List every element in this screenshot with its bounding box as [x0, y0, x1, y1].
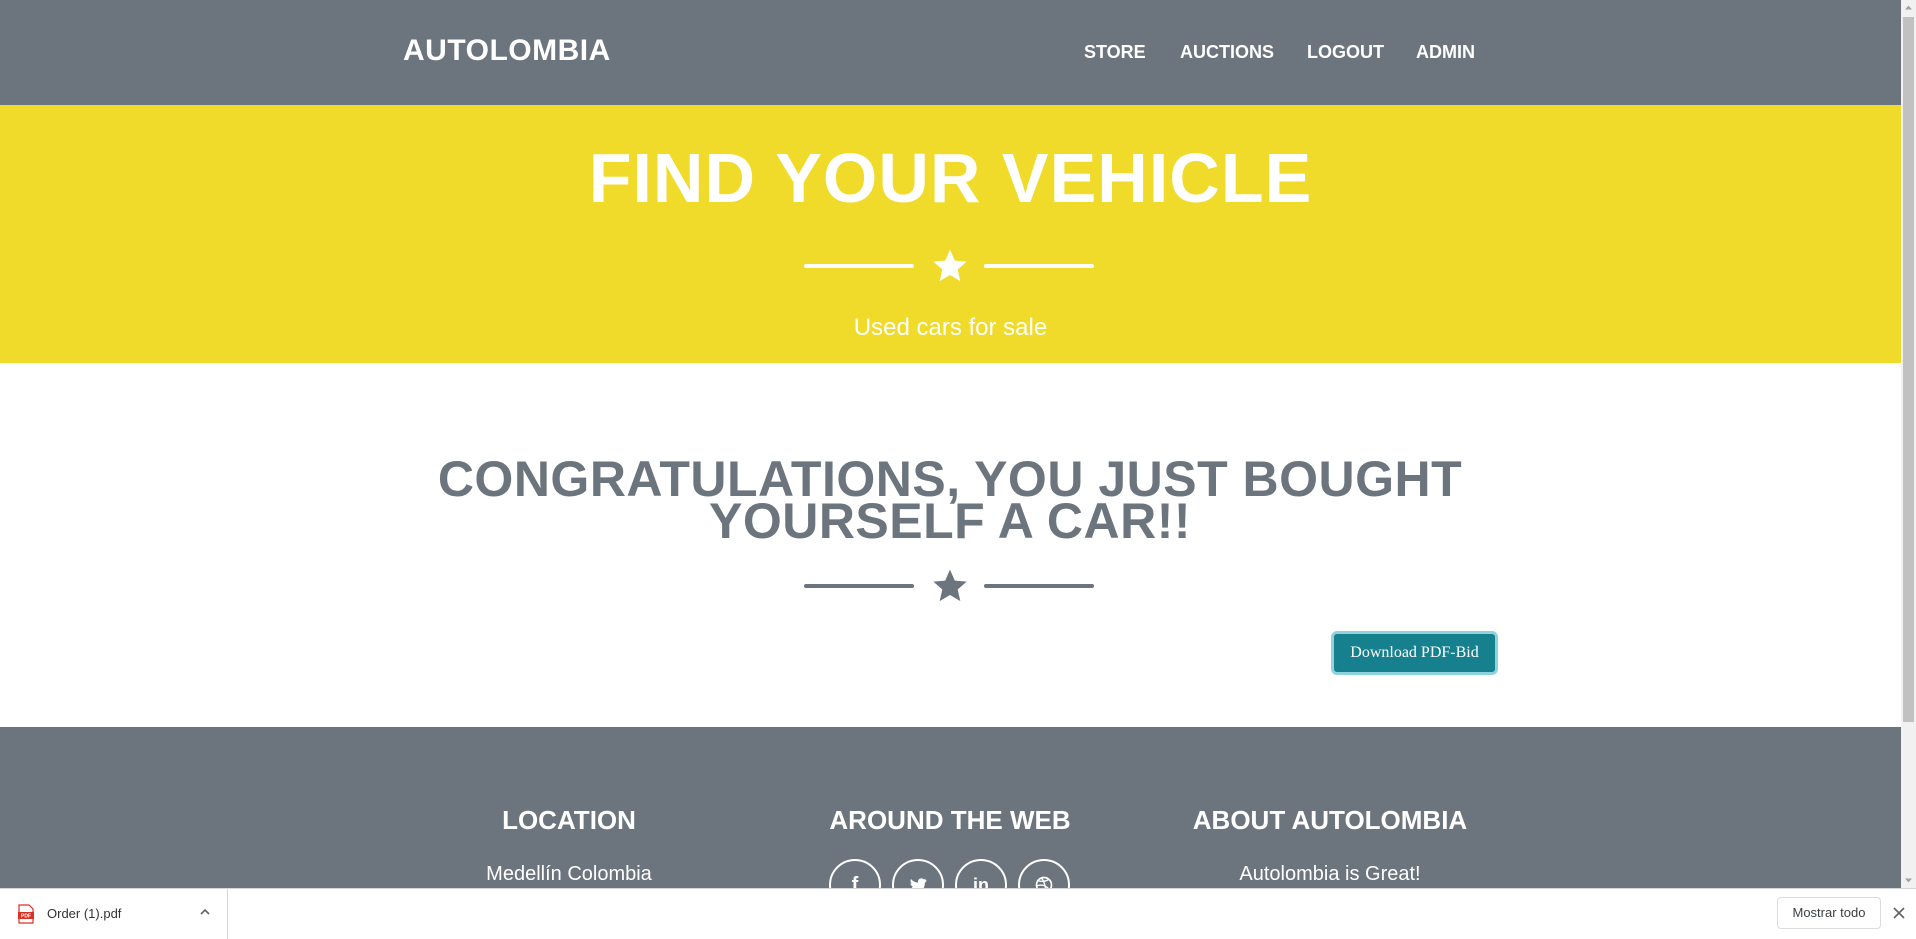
divider-line-left [804, 264, 914, 268]
star-icon [933, 249, 967, 282]
content-section: CONGRATULATIONS, YOU JUST BOUGHT YOURSEL… [0, 363, 1901, 727]
brand-logo[interactable]: AUTOLOMBIA [403, 34, 611, 68]
nav-item-store[interactable]: STORE [1084, 42, 1146, 63]
divider-line-right [984, 584, 1094, 588]
facebook-icon[interactable]: f [829, 859, 881, 888]
footer-about-text: Autolombia is Great! [1239, 863, 1421, 885]
navbar: AUTOLOMBIA STORE AUCTIONS LOGOUT ADMIN [0, 0, 1901, 105]
scroll-down-arrow-icon[interactable] [1901, 873, 1916, 888]
star-icon [933, 569, 967, 602]
twitter-icon[interactable] [892, 859, 944, 888]
page: AUTOLOMBIA STORE AUCTIONS LOGOUT ADMIN F… [0, 0, 1901, 888]
vertical-scrollbar[interactable] [1901, 0, 1916, 888]
download-item[interactable]: PDF Order (1).pdf [0, 889, 228, 939]
content-divider [804, 566, 1096, 606]
divider-line-left [804, 584, 914, 588]
nav-item-admin[interactable]: ADMIN [1416, 42, 1475, 63]
pdf-file-icon: PDF [18, 904, 34, 924]
footer-about-title: ABOUT AUTOLOMBIA [1192, 805, 1468, 835]
download-file-name: Order (1).pdf [47, 906, 122, 921]
masthead-subtitle: Used cars for sale [853, 314, 1048, 341]
nav-item-auctions[interactable]: AUCTIONS [1180, 42, 1274, 63]
footer-location-title: LOCATION [502, 805, 636, 835]
masthead-title: FIND YOUR VEHICLE [588, 139, 1313, 217]
show-all-button[interactable]: Mostrar todo [1777, 897, 1881, 929]
masthead: FIND YOUR VEHICLE Used cars for sale [0, 105, 1901, 363]
divider-line-right [984, 264, 1094, 268]
scroll-up-arrow-icon[interactable] [1901, 0, 1916, 15]
download-pdf-bid-button[interactable]: Download PDF-Bid [1331, 631, 1498, 675]
congratulations-heading: CONGRATULATIONS, YOU JUST BOUGHT YOURSEL… [390, 454, 1510, 546]
download-shelf: PDF Order (1).pdf Mostrar todo [0, 888, 1916, 939]
linkedin-icon[interactable]: in [955, 859, 1007, 888]
footer-web-title: AROUND THE WEB [829, 805, 1071, 835]
scrollbar-thumb[interactable] [1903, 17, 1914, 722]
dribbble-icon[interactable] [1018, 859, 1070, 888]
close-icon[interactable] [1892, 906, 1906, 920]
svg-text:PDF: PDF [21, 914, 31, 920]
masthead-divider [804, 246, 1096, 286]
footer-location-text: Medellín Colombia [486, 863, 652, 885]
footer: LOCATION Medellín Colombia AROUND THE WE… [0, 727, 1901, 888]
chevron-up-icon[interactable] [198, 905, 212, 919]
nav-item-logout[interactable]: LOGOUT [1307, 42, 1384, 63]
